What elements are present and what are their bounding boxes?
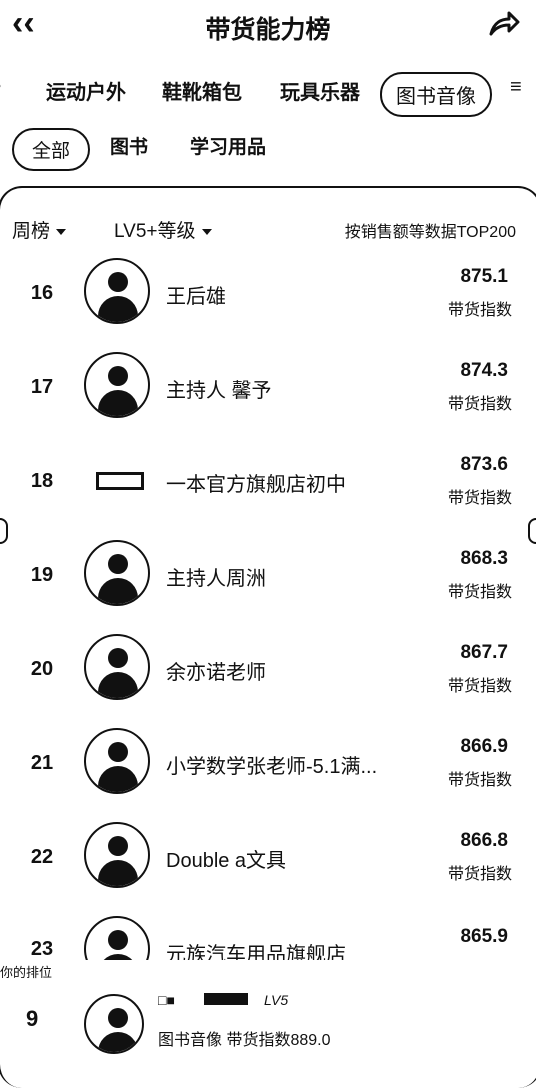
avatar <box>84 822 150 888</box>
avatar <box>84 728 150 794</box>
score-label: 带货指数 <box>447 490 512 507</box>
avatar <box>84 916 150 960</box>
tab-partial-left[interactable]: • <box>0 76 1 99</box>
score-value: 873.6 <box>460 454 508 475</box>
rank-number: 18 <box>30 470 54 492</box>
ranking-note: 按销售额等数据TOP200 <box>344 224 516 241</box>
creator-name: 余亦诺老师 <box>166 662 266 684</box>
avatar <box>84 540 150 606</box>
store-logo <box>96 472 144 490</box>
redacted-name-bar <box>204 993 248 1005</box>
share-arrow-icon[interactable] <box>488 10 520 38</box>
rank-number: 16 <box>30 282 54 304</box>
rank-number: 20 <box>30 658 54 680</box>
score-value: 865.9 <box>460 926 508 947</box>
score-label: 带货指数 <box>447 584 512 601</box>
creator-name: 主持人 馨予 <box>166 380 272 402</box>
subtab-all[interactable]: 全部 <box>12 128 91 171</box>
my-category-line: 图书音像 带货指数889.0 <box>158 1032 331 1049</box>
my-position-label: 你的排位 <box>0 965 53 980</box>
score-label: 带货指数 <box>447 866 512 883</box>
creator-name: 一本官方旗舰店初中 <box>166 474 346 496</box>
right-edge-handle <box>528 518 536 544</box>
score-value: 874.3 <box>460 360 508 381</box>
score-value: 866.8 <box>460 830 508 851</box>
score-label: 带货指数 <box>447 302 512 319</box>
account-tag-icon: □■ <box>158 992 175 1008</box>
list-item[interactable]: 17 主持人 馨予 874.3 带货指数 <box>0 352 536 446</box>
score-label: 带货指数 <box>447 678 512 695</box>
my-avatar <box>84 994 144 1054</box>
my-rank: 9 <box>26 1006 39 1031</box>
rank-number: 21 <box>30 752 54 774</box>
score-label: 带货指数 <box>447 772 512 789</box>
list-item[interactable]: 21 小学数学张老师-5.1满... 866.9 带货指数 <box>0 728 536 822</box>
subtab-books[interactable]: 图书 <box>110 132 148 159</box>
score-value: 875.1 <box>460 266 508 287</box>
rank-number: 17 <box>30 376 54 398</box>
tab-shoes-bags[interactable]: 鞋靴箱包 <box>162 76 242 105</box>
creator-name: 主持人周洲 <box>166 568 266 590</box>
rank-number: 22 <box>30 846 54 868</box>
list-item[interactable]: 19 主持人周洲 868.3 带货指数 <box>0 540 536 634</box>
score-value: 867.7 <box>460 642 508 663</box>
avatar <box>84 258 150 324</box>
creator-name: 王后雄 <box>166 286 226 308</box>
filter-bar: 周榜 LV5+等级 按销售额等数据TOP200 <box>0 216 536 246</box>
caret-down-icon <box>56 228 67 235</box>
list-item[interactable]: 23 元族汽车用品旗舰店 865.9 <box>0 916 536 960</box>
caret-down-icon <box>201 228 212 235</box>
page-title: 带货能力榜 <box>205 16 331 44</box>
category-tabs: • 运动户外 鞋靴箱包 玩具乐器 图书音像 ≡ <box>0 72 536 118</box>
avatar <box>84 634 150 700</box>
list-item[interactable]: 22 Double a文具 866.8 带货指数 <box>0 822 536 916</box>
list-item[interactable]: 20 余亦诺老师 867.7 带货指数 <box>0 634 536 728</box>
score-value: 866.9 <box>460 736 508 757</box>
tab-toys[interactable]: 玩具乐器 <box>280 76 360 105</box>
score-label: 带货指数 <box>447 396 512 413</box>
tab-sports[interactable]: 运动户外 <box>46 76 126 105</box>
creator-name: Double a文具 <box>166 850 287 872</box>
rank-number: 19 <box>30 564 54 586</box>
creator-name: 元族汽车用品旗舰店 <box>166 944 346 960</box>
level-dropdown[interactable]: LV5+等级 <box>114 216 212 243</box>
level-badge: LV5 <box>264 992 289 1008</box>
subtab-stationery[interactable]: 学习用品 <box>190 132 266 159</box>
avatar <box>84 352 150 418</box>
subcategory-tabs: 全部 图书 学习用品 <box>0 128 536 171</box>
tab-books-active[interactable]: 图书音像 <box>380 72 492 117</box>
period-dropdown[interactable]: 周榜 <box>12 216 67 243</box>
score-value: 868.3 <box>460 548 508 569</box>
tab-partial-right[interactable]: ≡ <box>510 76 522 99</box>
list-item[interactable]: 18 一本官方旗舰店初中 873.6 带货指数 <box>0 446 536 540</box>
top-bar: ‹‹ 带货能力榜 <box>0 0 536 50</box>
creator-name: 小学数学张老师-5.1满... <box>166 756 378 778</box>
rank-number: 23 <box>30 938 54 960</box>
list-item[interactable]: 16 王后雄 875.1 带货指数 <box>0 258 536 352</box>
left-edge-handle <box>0 518 8 544</box>
